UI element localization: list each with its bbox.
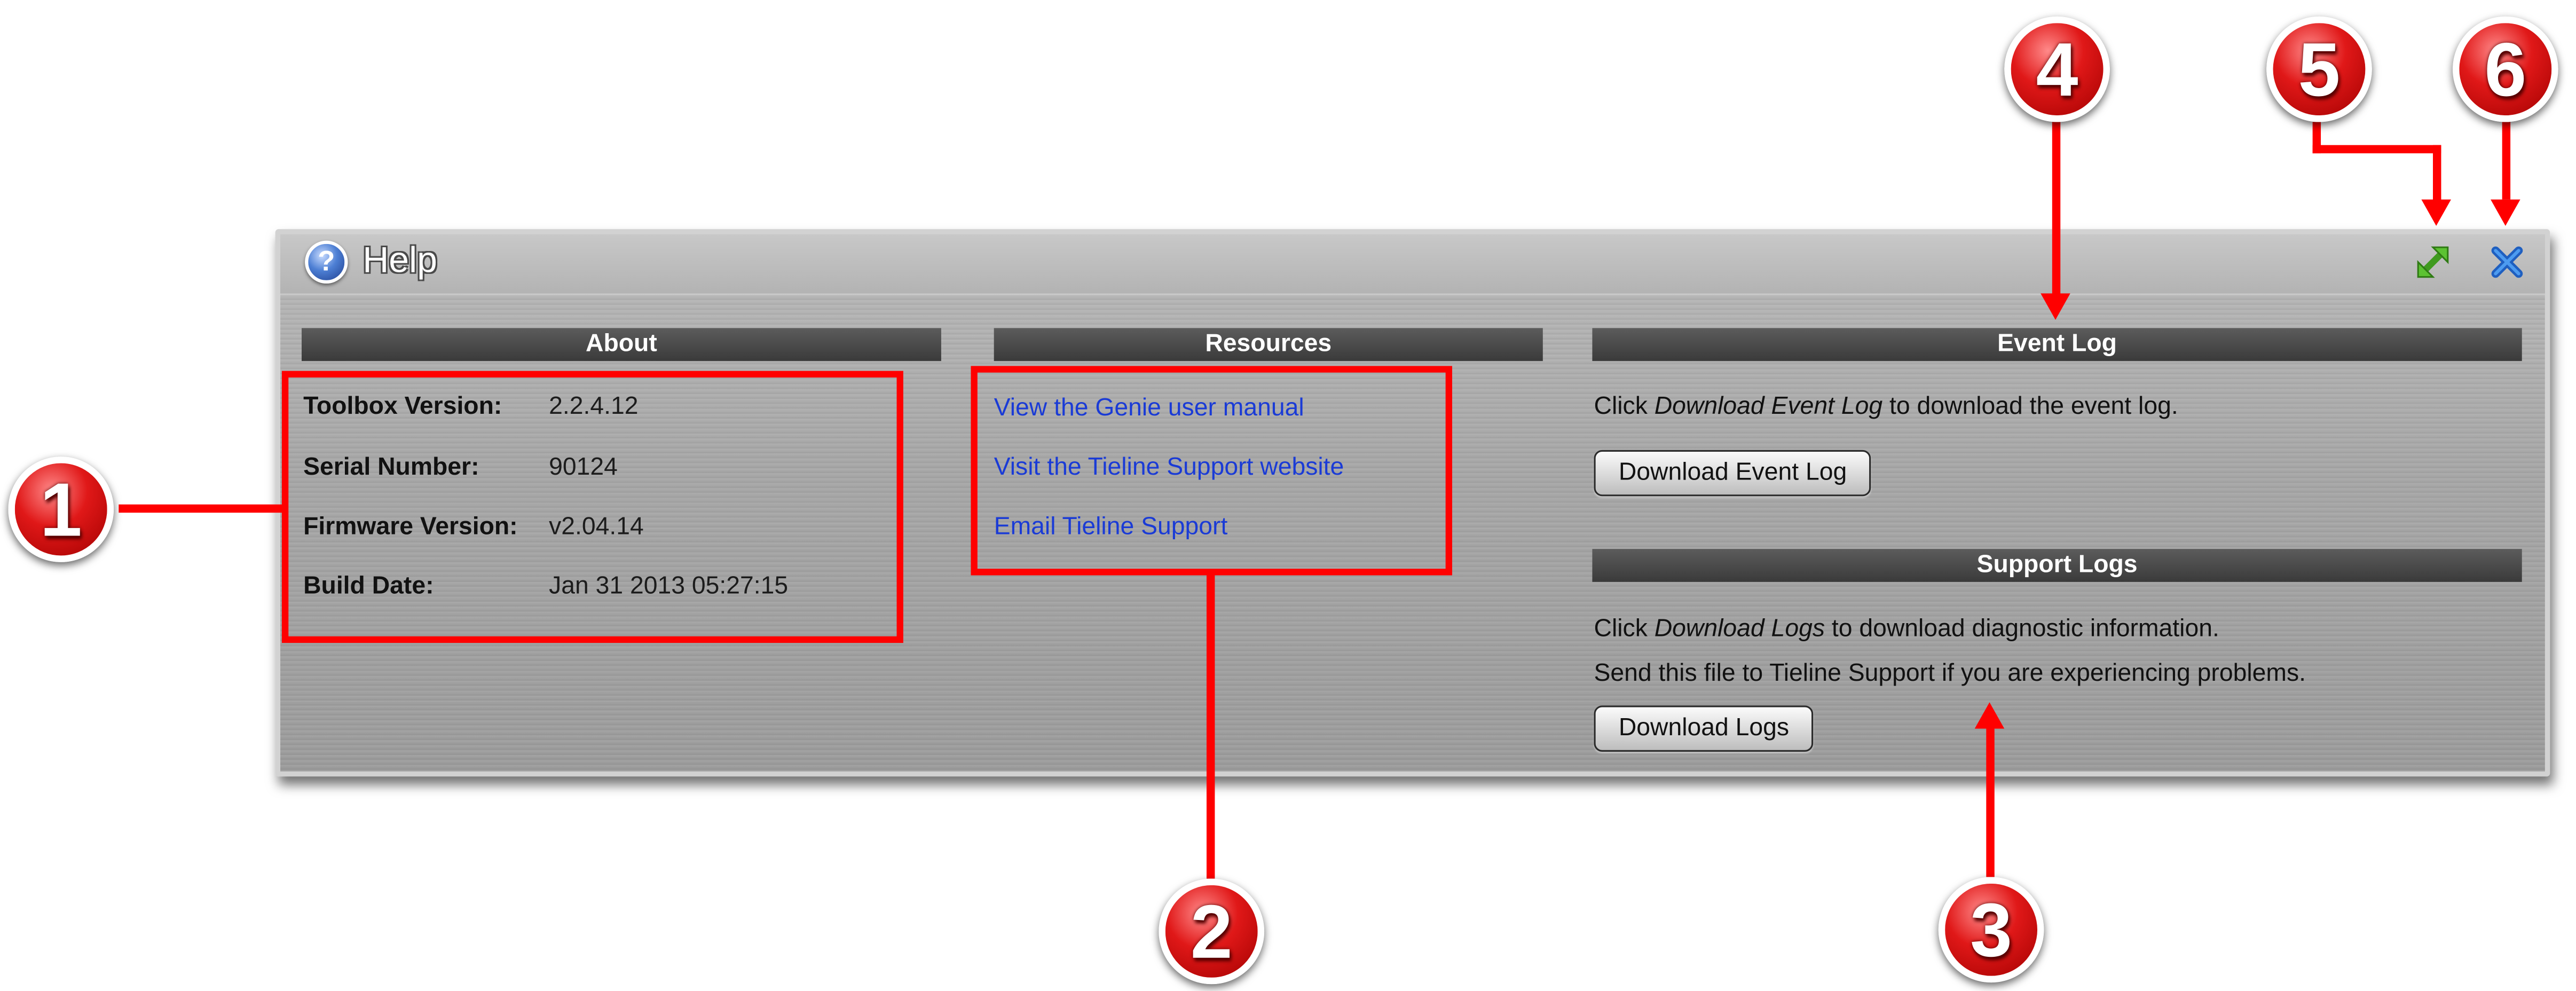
highlight-box-resources xyxy=(971,366,1452,576)
callout-badge-5: 5 xyxy=(2266,16,2372,122)
callout-1-connector xyxy=(119,504,286,513)
event-log-instruction: Click Download Event Log to download the… xyxy=(1594,392,2178,420)
expand-icon[interactable] xyxy=(2412,241,2454,284)
support-logs-instruction-2: Send this file to Tieline Support if you… xyxy=(1594,659,2306,688)
callout-2-connector xyxy=(1206,572,1215,879)
callout-5-arrowhead xyxy=(2421,199,2451,226)
about-header: About xyxy=(301,328,941,361)
close-icon[interactable] xyxy=(2486,241,2528,284)
callout-3-arrowhead xyxy=(1974,702,2005,729)
callout-4-arrowhead xyxy=(2041,293,2070,320)
callout-6-connector xyxy=(2502,122,2511,200)
event-log-text-prefix: Click xyxy=(1594,392,1655,421)
annotated-screenshot: ? Help About Toolbox Version: 2.2.4.12 S… xyxy=(0,0,2576,991)
callout-badge-3: 3 xyxy=(1938,877,2044,983)
callout-6-arrowhead xyxy=(2491,199,2520,226)
event-log-text-emphasis: Download Event Log xyxy=(1654,392,1883,421)
download-logs-button[interactable]: Download Logs xyxy=(1594,705,1814,752)
callout-badge-2: 2 xyxy=(1159,878,1265,985)
callout-badge-1: 1 xyxy=(8,457,114,562)
highlight-box-about xyxy=(281,371,903,643)
callout-badge-6: 6 xyxy=(2453,16,2558,122)
callout-5-connector-b xyxy=(2312,145,2441,154)
event-log-header: Event Log xyxy=(1592,328,2522,361)
help-question-icon: ? xyxy=(305,240,348,284)
support-logs-text-suffix: to download diagnostic information. xyxy=(1824,615,2219,643)
support-logs-text-emphasis: Download Logs xyxy=(1654,615,1825,643)
dialog-title: Help xyxy=(363,239,437,280)
title-bar: ? Help xyxy=(280,234,2545,295)
event-log-text-suffix: to download the event log. xyxy=(1882,392,2178,421)
callout-5-connector-c xyxy=(2433,145,2441,201)
callout-badge-4: 4 xyxy=(2004,16,2110,122)
callout-4-connector xyxy=(2052,122,2061,294)
resources-header: Resources xyxy=(994,328,1543,361)
support-logs-text-prefix: Click xyxy=(1594,615,1655,643)
support-logs-instruction: Click Download Logs to download diagnost… xyxy=(1594,615,2219,643)
download-event-log-button[interactable]: Download Event Log xyxy=(1594,450,1872,497)
support-logs-header: Support Logs xyxy=(1592,549,2522,582)
callout-3-connector xyxy=(1986,725,1995,877)
